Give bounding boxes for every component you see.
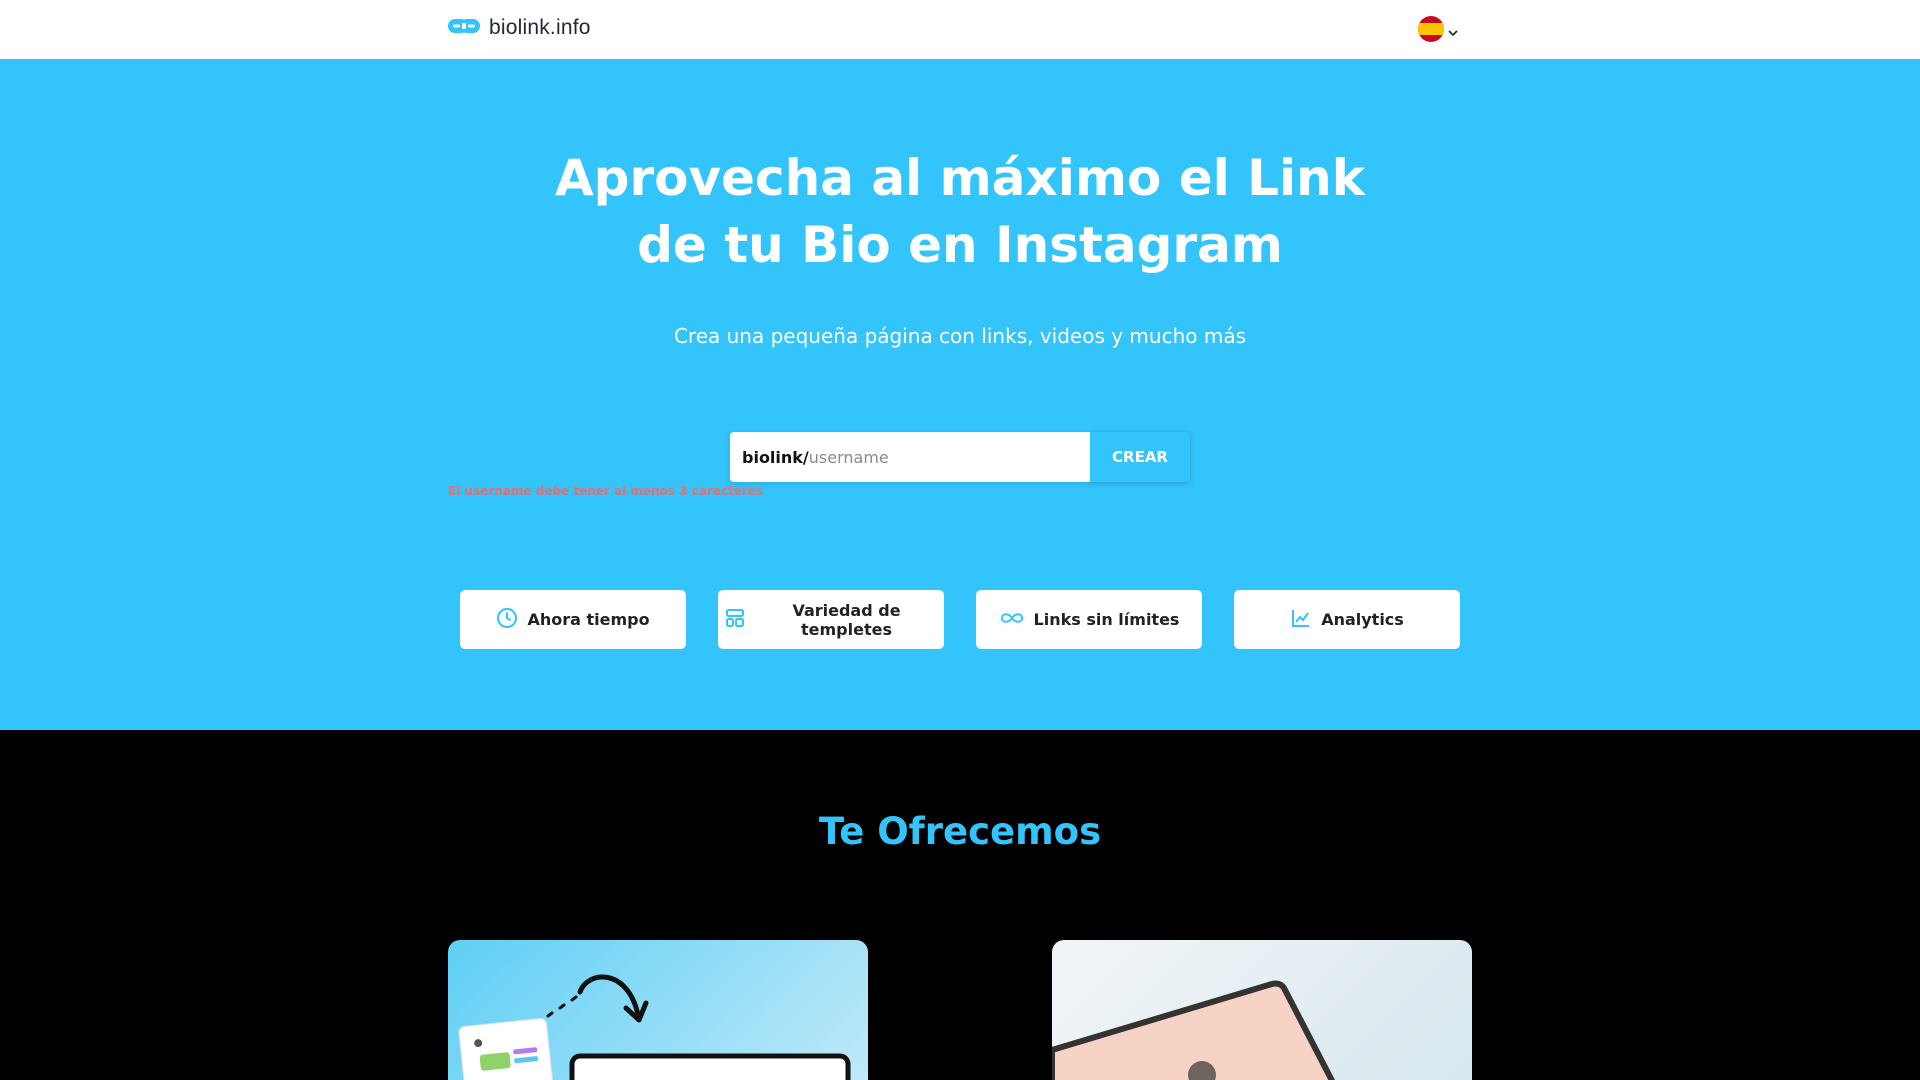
hero-title: Aprovecha al máximo el Link de tu Bio en… bbox=[0, 145, 1920, 279]
feature-label: Links sin límites bbox=[1033, 610, 1180, 629]
offer-card-templates[interactable] bbox=[448, 940, 868, 1080]
chart-line-icon bbox=[1290, 607, 1312, 633]
feature-label: Ahora tiempo bbox=[527, 610, 650, 629]
feature-ahora-tiempo-button[interactable]: Ahora tiempo bbox=[460, 590, 686, 649]
feature-links-sin-limites-button[interactable]: Links sin límites bbox=[976, 590, 1202, 649]
brand-name: biolink.info bbox=[489, 16, 591, 39]
feature-analytics-button[interactable]: Analytics bbox=[1234, 590, 1460, 649]
username-field: biolink/ bbox=[730, 432, 1090, 482]
hero-title-line-2: de tu Bio en Instagram bbox=[637, 216, 1283, 274]
tablet-illustration bbox=[1052, 980, 1336, 1080]
feature-label: Variedad de templetes bbox=[792, 600, 901, 639]
offers-title: Te Ofrecemos bbox=[818, 810, 1102, 853]
feature-label: Analytics bbox=[1321, 610, 1404, 629]
brand-logo-link[interactable]: biolink.info bbox=[447, 16, 591, 40]
offer-card-analytics[interactable] bbox=[1052, 940, 1472, 1080]
link-logo-icon bbox=[447, 17, 481, 39]
username-input[interactable] bbox=[808, 447, 1079, 467]
features-row: Ahora tiempo Variedad de templetes Links… bbox=[460, 590, 1460, 649]
create-biolink-form: biolink/ CREAR bbox=[730, 432, 1190, 482]
hero-section: Aprovecha al máximo el Link de tu Bio en… bbox=[0, 59, 1920, 730]
hero-subtitle: Crea una pequeña página con links, video… bbox=[673, 324, 1247, 348]
hero-title-line-1: Aprovecha al máximo el Link bbox=[554, 149, 1366, 207]
chevron-down-icon bbox=[1448, 22, 1458, 41]
infinity-icon bbox=[999, 610, 1025, 630]
crear-button[interactable]: CREAR bbox=[1090, 432, 1190, 482]
clock-icon bbox=[496, 607, 518, 633]
site-header: biolink.info bbox=[0, 0, 1920, 59]
language-selector[interactable] bbox=[1418, 16, 1458, 46]
templates-illustration bbox=[458, 974, 851, 1080]
layout-icon bbox=[724, 607, 746, 633]
feature-variedad-templetes-button[interactable]: Variedad de templetes bbox=[718, 590, 944, 649]
spain-flag-icon bbox=[1418, 16, 1444, 46]
username-error-message: El username debe tener al menos 3 caract… bbox=[448, 484, 764, 498]
url-prefix: biolink/ bbox=[742, 447, 809, 467]
